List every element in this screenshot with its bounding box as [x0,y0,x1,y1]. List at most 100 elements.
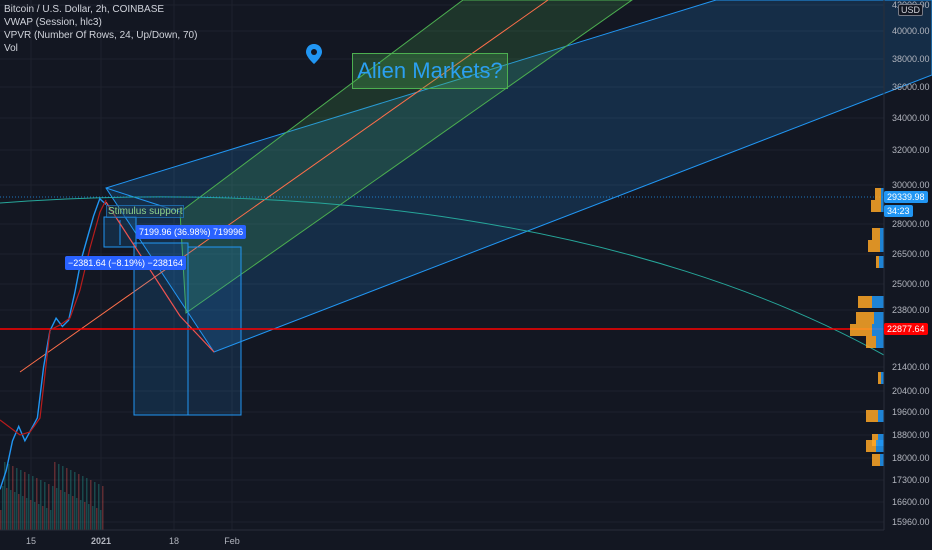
volume-bar [26,498,28,530]
vpvr-up-bar [872,228,880,240]
price-tick-label: 26500.00 [892,249,930,259]
price-tick-label: 32000.00 [892,145,930,155]
vpvr-down-bar [874,312,884,324]
price-tick-label: 18800.00 [892,430,930,440]
volume-bar [28,474,30,530]
price-line[interactable] [0,197,107,490]
volume-bar [2,486,4,530]
price-tick-label: 17300.00 [892,475,930,485]
volume-bar [22,496,24,530]
legend-vol[interactable]: Vol [4,42,197,55]
currency-badge[interactable]: USD [898,4,924,16]
location-pin-icon[interactable] [306,44,322,64]
volume-bar [44,482,46,530]
time-tick-label: 15 [26,536,36,546]
vpvr-up-bar [858,296,872,308]
legend-vwap[interactable]: VWAP (Session, hlc3) [4,16,197,29]
vpvr-down-bar [880,228,884,240]
volume-bar [42,506,44,530]
vpvr-down-bar [880,454,884,466]
legend-vpvr[interactable]: VPVR (Number Of Rows, 24, Up/Down, 70) [4,29,197,42]
volume-bar [16,468,18,530]
vpvr-down-bar [872,296,884,308]
volume-bar [66,468,68,530]
volume-bar [74,472,76,530]
volume-bar [70,470,72,530]
vpvr-down-bar [876,336,884,348]
volume-bar [54,462,56,530]
vpvr-up-bar [872,454,880,466]
volume-bar [20,470,22,530]
vpvr-down-bar [876,440,884,452]
volume-bar [80,500,82,530]
volume-bar [8,464,10,530]
volume-bar [0,510,2,530]
volume-bar [34,502,36,530]
vpvr-up-bar [871,200,881,212]
volume-bar [100,510,102,530]
price-tick-label: 40000.00 [892,26,930,36]
vpvr-down-bar [878,410,884,422]
vpvr-down-bar [880,240,884,252]
volume-bar [92,506,94,530]
volume-bar [76,498,78,530]
volume-bar [36,478,38,530]
volume-bar [48,484,50,530]
volume-bar [64,492,66,530]
time-axis[interactable]: 15 2021 18 Feb [26,536,240,546]
price-tick-label: 30000.00 [892,180,930,190]
chart-root[interactable]: 42000.0040000.0038000.0036000.0034000.00… [0,0,932,550]
volume-bar [72,496,74,530]
vpvr-down-bar [872,324,884,336]
volume-bar [102,486,104,530]
vpvr-up-bar [875,188,881,200]
vpvr-up-bar [878,372,881,384]
measure-box-right[interactable] [187,246,242,416]
vpvr-down-bar [879,256,884,268]
volume-bar [56,488,58,530]
volume-bar [78,474,80,530]
volume-bar [68,494,70,530]
volume-bar [84,502,86,530]
volume-bar [24,472,26,530]
measure-up-label[interactable]: 7199.96 (36.98%) 719996 [136,225,247,239]
ma-line [0,199,107,436]
legend-symbol[interactable]: Bitcoin / U.S. Dollar, 2h, COINBASE [4,3,197,16]
volume-bar [32,476,34,530]
price-tick-label: 21400.00 [892,362,930,372]
price-tick-label: 16600.00 [892,497,930,507]
volume-bar [30,500,32,530]
volume-bar [14,492,16,530]
volume-bar [46,508,48,530]
stimulus-support-label[interactable]: Stimulus support [106,205,185,218]
price-tick-label: 28000.00 [892,219,930,229]
vpvr-up-bar [876,256,879,268]
volume-bar [82,476,84,530]
price-tick-label: 19600.00 [892,407,930,417]
vpvr-up-bar [868,240,880,252]
volume-bar [6,488,8,530]
volume-bar [50,510,52,530]
volume-bar [90,480,92,530]
current-price-tag: 29339.98 [884,191,928,203]
vpvr-up-bar [856,312,874,324]
volume-bar [58,464,60,530]
volume-bar [98,484,100,530]
volume-bar [86,478,88,530]
price-tick-label: 34000.00 [892,113,930,123]
vpvr-up-bar [866,336,876,348]
price-tick-label: 18000.00 [892,453,930,463]
volume-bar [40,480,42,530]
price-tick-label: 36000.00 [892,82,930,92]
measure-down-label[interactable]: −2381.64 (−8.19%) −238164 [65,256,186,270]
volume-bar [60,490,62,530]
volume-bar [38,504,40,530]
vpvr-up-bar [866,410,878,422]
price-tick-label: 38000.00 [892,54,930,64]
volume-bar [96,508,98,530]
volume-bar [62,466,64,530]
vpvr-up-bar [866,440,876,452]
alien-markets-note[interactable]: Alien Markets? [352,53,508,89]
volume-bar [12,466,14,530]
volume-bar [94,482,96,530]
